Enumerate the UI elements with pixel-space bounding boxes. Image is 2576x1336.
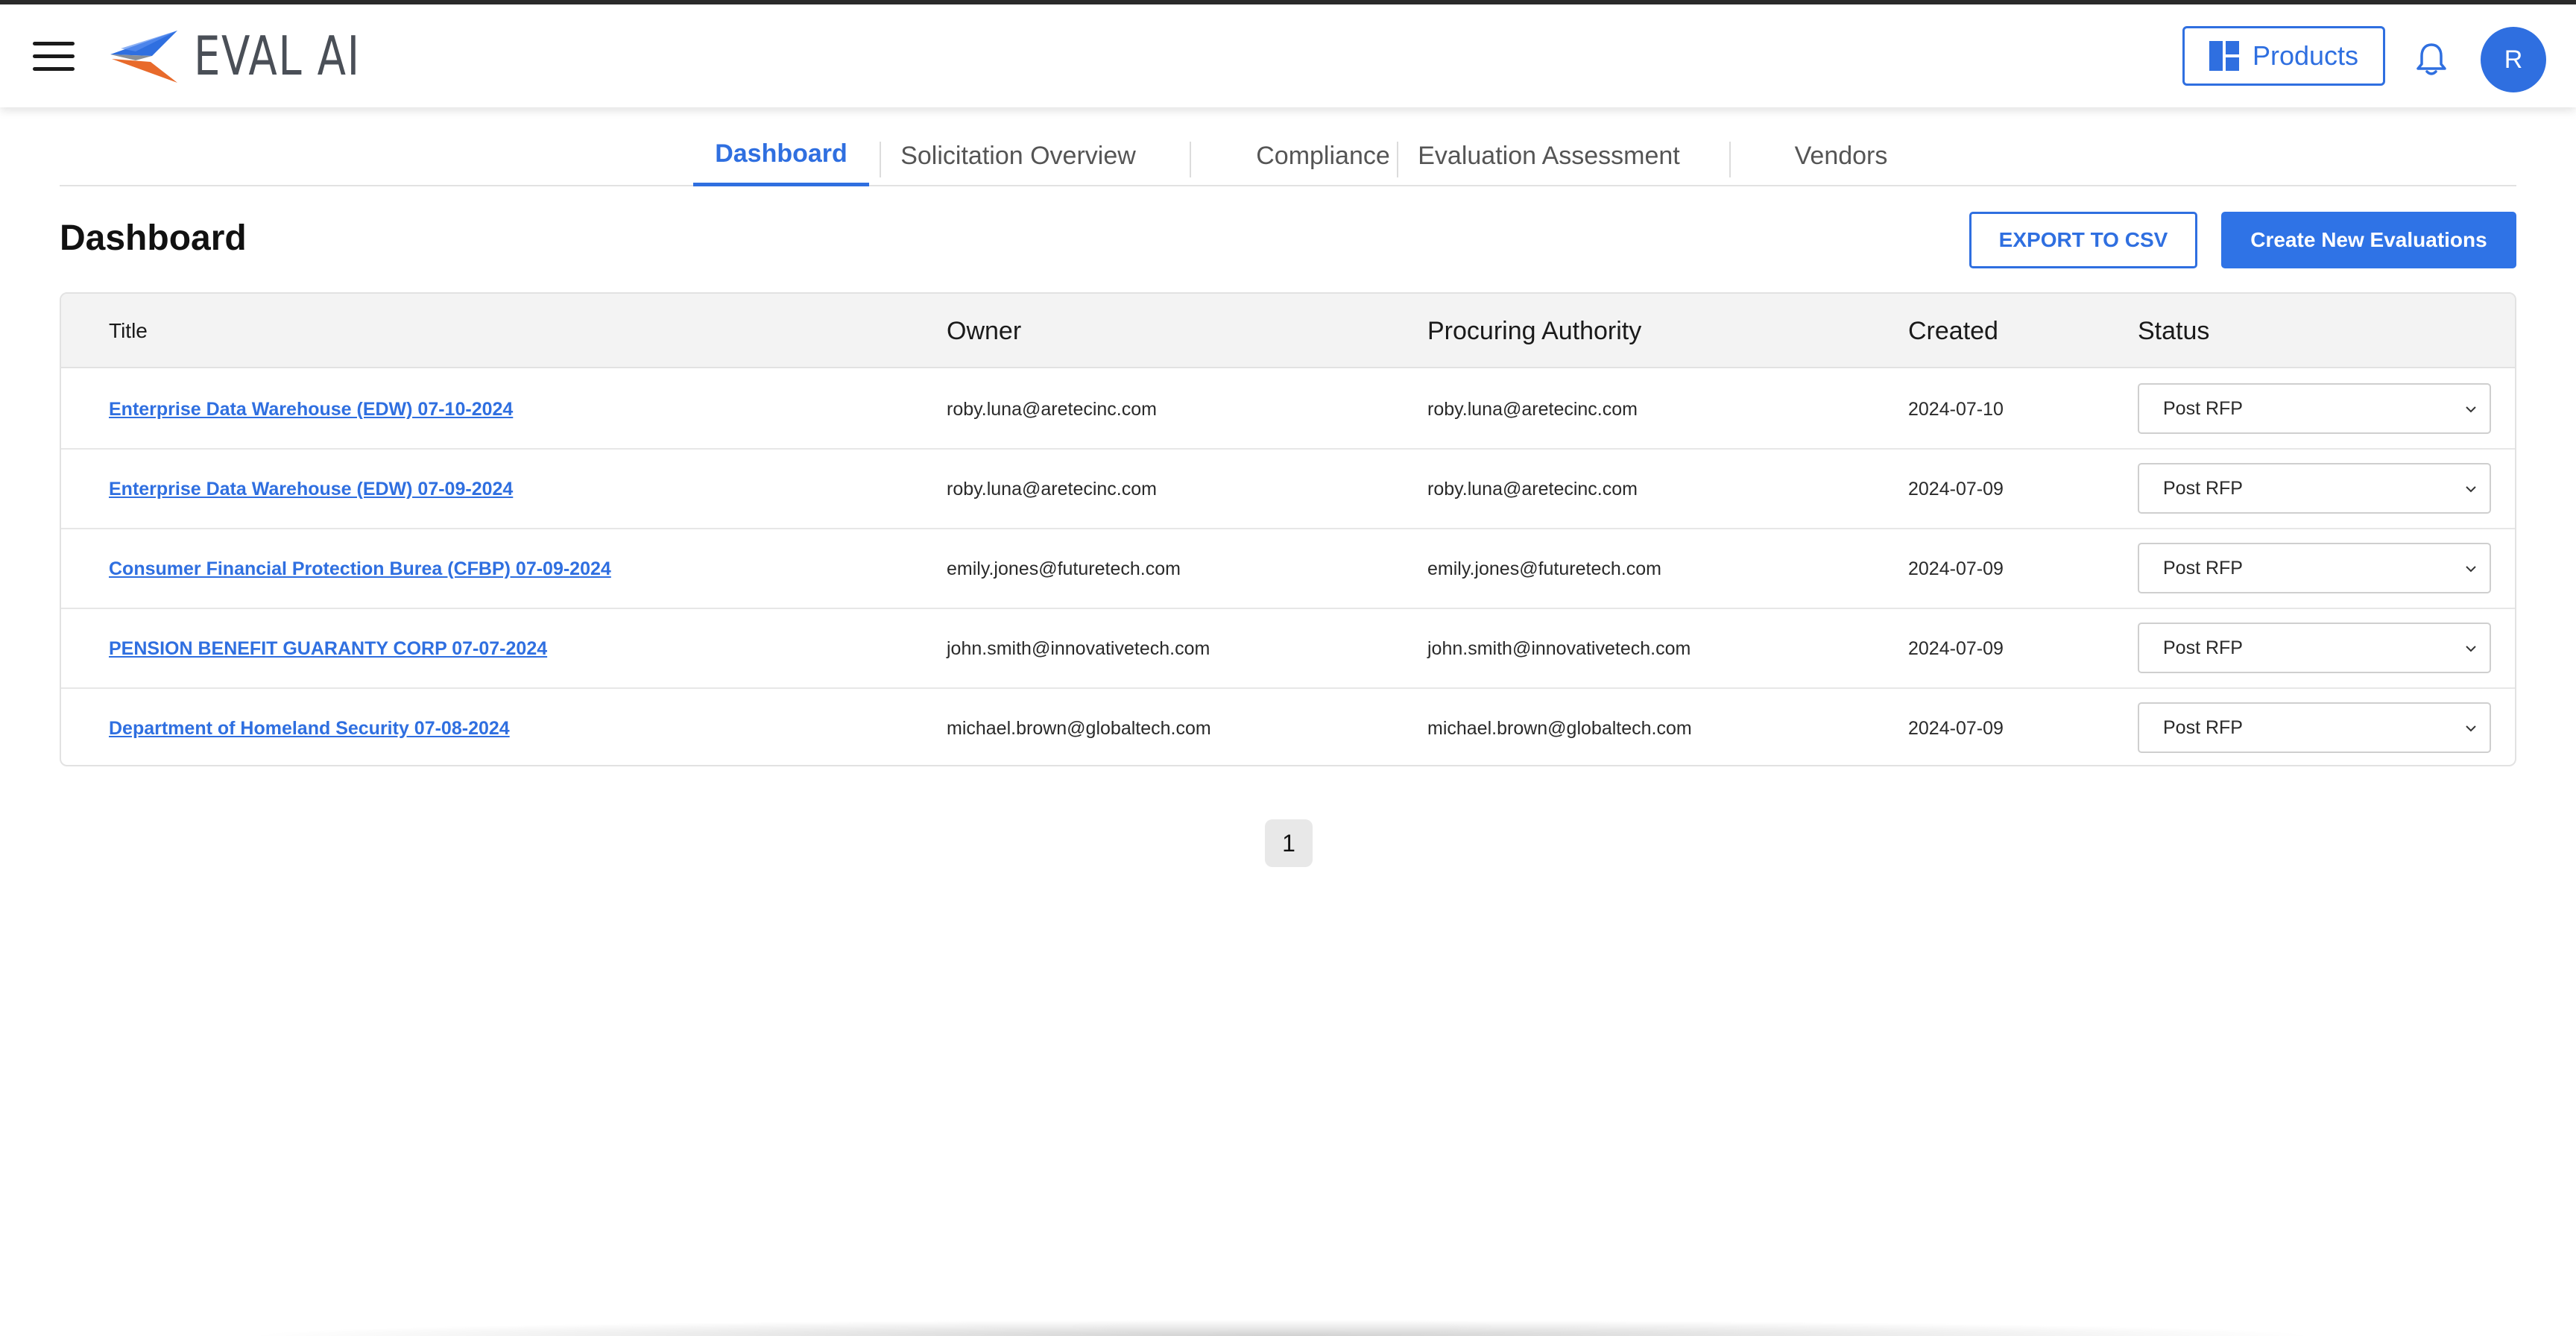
column-header-created: Created: [1908, 316, 1998, 345]
created-cell: 2024-07-09: [1908, 637, 2004, 659]
evaluation-title-link[interactable]: Enterprise Data Warehouse (EDW) 07-09-20…: [109, 479, 513, 500]
eval-ai-logo-icon: [110, 31, 177, 83]
chevron-down-icon: [2466, 646, 2476, 652]
created-cell: 2024-07-09: [1908, 558, 2004, 579]
evaluation-title-link[interactable]: PENSION BENEFIT GUARANTY CORP 07-07-2024: [109, 638, 547, 660]
app-header: EVAL AI Products R: [0, 4, 2576, 107]
pagination-page-button[interactable]: 1: [1265, 819, 1313, 867]
tab-separator: [1190, 142, 1191, 177]
tab-compliance[interactable]: Compliance: [1215, 125, 1431, 186]
table-row: Department of Homeland Security 07-08-20…: [61, 689, 2515, 765]
tab-separator: [1397, 142, 1398, 177]
chevron-down-icon: [2466, 566, 2476, 573]
column-header-owner: Owner: [947, 316, 1022, 345]
table-row: PENSION BENEFIT GUARANTY CORP 07-07-2024…: [61, 609, 2515, 689]
bottom-shadow: [239, 1320, 2326, 1336]
evaluation-title-link[interactable]: Enterprise Data Warehouse (EDW) 07-10-20…: [109, 399, 513, 420]
procuring-authority-cell: roby.luna@aretecinc.com: [1427, 478, 1638, 500]
status-select[interactable]: Post RFP: [2138, 463, 2491, 514]
export-csv-button[interactable]: EXPORT TO CSV: [1969, 212, 2197, 268]
procuring-authority-cell: roby.luna@aretecinc.com: [1427, 398, 1638, 420]
status-value: Post RFP: [2163, 716, 2243, 738]
main-tabs: Dashboard Solicitation Overview Complian…: [60, 125, 2516, 186]
table-header: Title Owner Procuring Authority Created …: [61, 294, 2515, 368]
created-cell: 2024-07-10: [1908, 398, 2004, 420]
user-avatar[interactable]: R: [2481, 27, 2546, 92]
column-header-title: Title: [109, 319, 148, 342]
procuring-authority-cell: michael.brown@globaltech.com: [1427, 717, 1692, 739]
status-value: Post RFP: [2163, 557, 2243, 579]
status-select[interactable]: Post RFP: [2138, 383, 2491, 434]
column-header-procuring-authority: Procuring Authority: [1427, 316, 1642, 345]
bell-icon[interactable]: [2415, 42, 2448, 78]
chevron-down-icon: [2466, 725, 2476, 732]
column-header-status: Status: [2138, 316, 2210, 345]
procuring-authority-cell: john.smith@innovativetech.com: [1427, 637, 1691, 659]
status-select[interactable]: Post RFP: [2138, 623, 2491, 673]
app-name: EVAL AI: [194, 25, 361, 87]
page-title: Dashboard: [60, 218, 247, 258]
owner-cell: john.smith@innovativetech.com: [947, 637, 1210, 659]
evaluation-title-link[interactable]: Department of Homeland Security 07-08-20…: [109, 718, 510, 740]
table-row: Enterprise Data Warehouse (EDW) 07-09-20…: [61, 450, 2515, 529]
table-row: Enterprise Data Warehouse (EDW) 07-10-20…: [61, 370, 2515, 450]
products-label: Products: [2252, 40, 2359, 71]
chevron-down-icon: [2466, 486, 2476, 493]
hamburger-menu-icon[interactable]: [33, 42, 75, 72]
tab-evaluation-assessment[interactable]: Evaluation Assessment: [1409, 125, 1689, 186]
status-value: Post RFP: [2163, 637, 2243, 658]
products-button[interactable]: Products: [2182, 26, 2385, 86]
status-select[interactable]: Post RFP: [2138, 543, 2491, 593]
created-cell: 2024-07-09: [1908, 717, 2004, 739]
tab-separator: [1729, 142, 1731, 177]
tab-solicitation-overview[interactable]: Solicitation Overview: [891, 125, 1145, 186]
table-row: Consumer Financial Protection Burea (CFB…: [61, 529, 2515, 609]
grid-icon: [2209, 41, 2239, 71]
status-select[interactable]: Post RFP: [2138, 702, 2491, 753]
owner-cell: roby.luna@aretecinc.com: [947, 478, 1157, 500]
owner-cell: roby.luna@aretecinc.com: [947, 398, 1157, 420]
app-logo[interactable]: EVAL AI: [106, 24, 408, 88]
owner-cell: emily.jones@futuretech.com: [947, 558, 1181, 579]
chevron-down-icon: [2466, 406, 2476, 413]
evaluations-table: Title Owner Procuring Authority Created …: [60, 292, 2516, 766]
owner-cell: michael.brown@globaltech.com: [947, 717, 1211, 739]
tab-vendors[interactable]: Vendors: [1752, 125, 1931, 186]
status-value: Post RFP: [2163, 477, 2243, 499]
tab-separator: [880, 142, 881, 177]
evaluation-title-link[interactable]: Consumer Financial Protection Burea (CFB…: [109, 558, 611, 580]
status-value: Post RFP: [2163, 397, 2243, 419]
created-cell: 2024-07-09: [1908, 478, 2004, 500]
procuring-authority-cell: emily.jones@futuretech.com: [1427, 558, 1661, 579]
create-new-evaluations-button[interactable]: Create New Evaluations: [2221, 212, 2516, 268]
tab-dashboard[interactable]: Dashboard: [693, 125, 869, 186]
